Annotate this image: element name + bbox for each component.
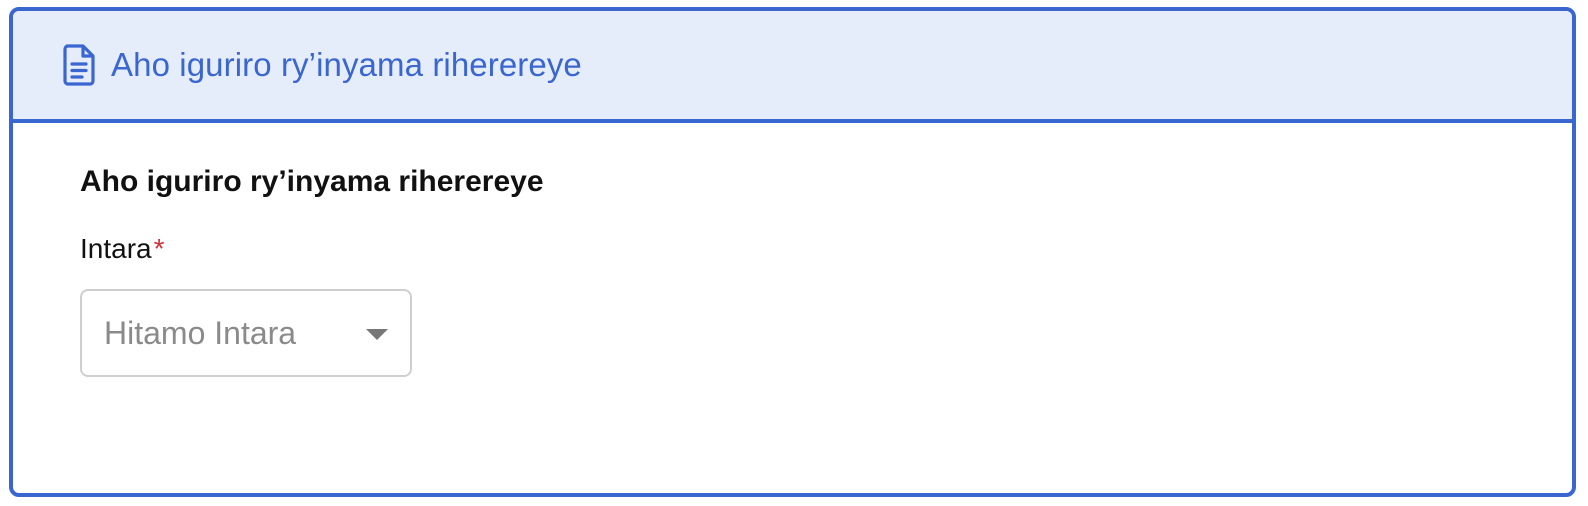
document-icon	[61, 43, 97, 87]
location-card: Aho iguriro ry’inyama riherereye Aho igu…	[9, 7, 1576, 497]
card-header: Aho iguriro ry’inyama riherereye	[13, 11, 1572, 123]
province-select[interactable]: Hitamo Intara	[80, 289, 412, 377]
card-header-title: Aho iguriro ry’inyama riherereye	[111, 46, 582, 83]
province-select-placeholder: Hitamo Intara	[104, 314, 297, 351]
province-label-text: Intara	[80, 233, 152, 264]
section-title: Aho iguriro ry’inyama riherereye	[80, 165, 544, 198]
card-body: Aho iguriro ry’inyama riherereye Intara*…	[13, 123, 1572, 377]
caret-down-icon	[366, 328, 388, 340]
province-label: Intara*	[80, 233, 1572, 265]
required-indicator: *	[153, 233, 165, 264]
